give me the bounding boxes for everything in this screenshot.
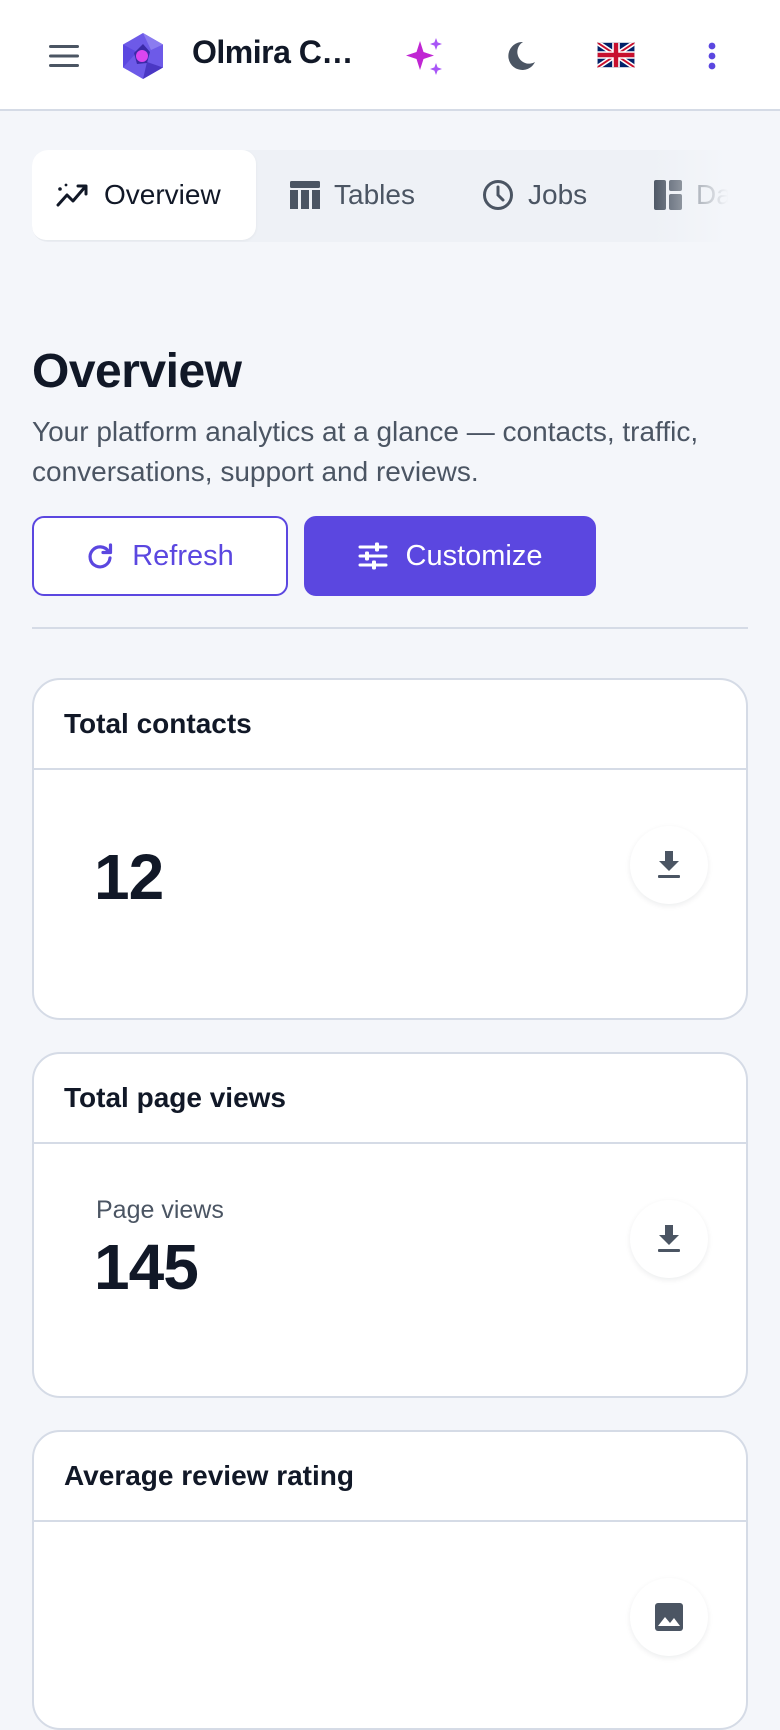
metric-card-total-page-views: Total page views Page views 145 <box>32 1052 748 1398</box>
top-app-bar: Olmira Co… <box>0 0 780 111</box>
metric-value: 145 <box>94 1231 199 1303</box>
card-body: Page views 145 <box>34 1144 746 1396</box>
tab-label: Jobs <box>528 179 588 210</box>
metric-card-average-review-rating: Average review rating <box>32 1430 748 1730</box>
tab-overview[interactable]: Overview <box>32 150 256 240</box>
sparkles-icon <box>406 38 442 75</box>
menu-icon <box>49 45 79 67</box>
metric-value: 12 <box>94 841 164 913</box>
tab-label: Das <box>696 179 742 210</box>
download-icon <box>658 1225 680 1252</box>
clock-icon <box>483 180 513 210</box>
uk-flag-icon <box>597 42 635 68</box>
refresh-icon <box>88 543 113 569</box>
card-body: 12 <box>34 770 746 1018</box>
tab-label: Overview <box>104 179 221 210</box>
customize-label: Customize <box>405 539 543 572</box>
tab-label: Tables <box>334 179 415 210</box>
assistant-button[interactable] <box>402 34 448 80</box>
tab-dashboards[interactable]: Das <box>654 150 742 240</box>
more-vertical-icon <box>708 42 716 70</box>
hexagon-star-logo <box>123 33 163 79</box>
metric-card-total-contacts: Total contacts 12 <box>32 678 748 1020</box>
sliders-icon <box>358 542 387 570</box>
tab-jobs[interactable]: Jobs <box>482 150 587 240</box>
menu-button[interactable] <box>44 36 84 76</box>
section-tabs: Overview Tables Jobs Das <box>32 150 742 242</box>
refresh-label: Refresh <box>132 539 234 572</box>
moon-icon <box>508 41 535 70</box>
section-divider <box>32 627 748 629</box>
metric-label: Page views <box>96 1196 224 1224</box>
more-options-button[interactable] <box>700 36 724 76</box>
page-title: Overview <box>32 345 242 398</box>
tab-tables[interactable]: Tables <box>290 150 415 240</box>
table-icon <box>290 181 320 209</box>
card-body <box>34 1522 746 1728</box>
theme-toggle-button[interactable] <box>500 34 542 78</box>
card-title: Total contacts <box>34 680 746 770</box>
download-button[interactable] <box>630 1200 708 1278</box>
card-title: Average review rating <box>34 1432 746 1522</box>
download-button[interactable] <box>630 826 708 904</box>
card-title: Total page views <box>34 1054 746 1144</box>
download-icon <box>658 851 680 878</box>
language-button[interactable] <box>596 40 636 70</box>
export-image-button[interactable] <box>630 1578 708 1656</box>
app-title: Olmira Co… <box>192 34 368 70</box>
trending-line-icon <box>56 183 88 207</box>
customize-button[interactable]: Customize <box>304 516 596 596</box>
dashboard-icon <box>654 180 682 210</box>
app-logo[interactable] <box>118 30 168 82</box>
image-icon <box>655 1603 683 1631</box>
page-subtitle: Your platform analytics at a glance — co… <box>32 416 699 487</box>
refresh-button[interactable]: Refresh <box>32 516 288 596</box>
